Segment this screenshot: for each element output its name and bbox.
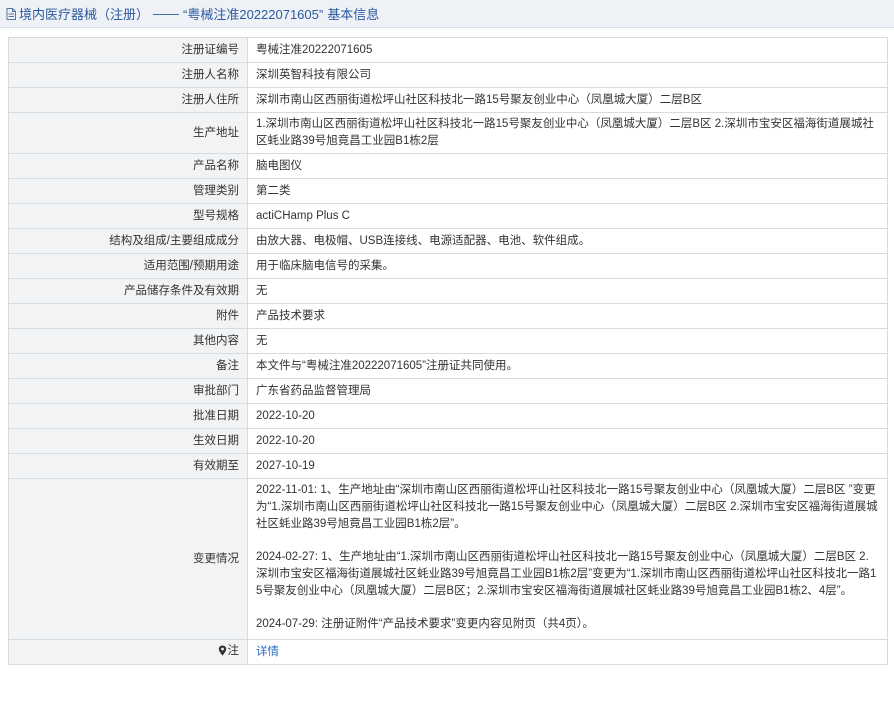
row-label: 有效期至: [8, 453, 248, 479]
page-header: 境内医疗器械（注册） —— “粤械注准20222071605” 基本信息: [0, 0, 894, 28]
row-label: 其他内容: [8, 328, 248, 354]
row-label: 生产地址: [8, 112, 248, 154]
row-value: 脑电图仪: [247, 153, 888, 179]
header-section: 境内医疗器械（注册）: [19, 7, 150, 22]
row-value: 详情: [247, 639, 888, 665]
details-link[interactable]: 详情: [256, 646, 279, 658]
table-row: 备注 本文件与“粤械注准20222071605”注册证共同使用。: [8, 353, 888, 379]
table-row: 型号规格 actiCHamp Plus C: [8, 203, 888, 229]
table-row: 产品储存条件及有效期 无: [8, 278, 888, 304]
row-label: 型号规格: [8, 203, 248, 229]
row-label: 生效日期: [8, 428, 248, 454]
row-value: 2022-10-20: [247, 403, 888, 429]
table-row: 有效期至 2027-10-19: [8, 453, 888, 479]
note-label-cell: 注: [8, 639, 248, 665]
header-suffix: 基本信息: [327, 7, 380, 22]
change-history: 2022-11-01: 1、生产地址由“深圳市南山区西丽街道松坪山社区科技北一路…: [247, 478, 888, 640]
table-row: 附件 产品技术要求: [8, 303, 888, 329]
table-row: 结构及组成/主要组成成分 由放大器、电极帽、USB连接线、电源适配器、电池、软件…: [8, 228, 888, 254]
row-value: 无: [247, 278, 888, 304]
header-separator: ——: [153, 6, 180, 21]
row-value: 2022-10-20: [247, 428, 888, 454]
row-label: 产品储存条件及有效期: [8, 278, 248, 304]
change-item: 2024-07-29: 注册证附件“产品技术要求”变更内容见附页（共4页）。: [256, 618, 595, 630]
row-label: 备注: [8, 353, 248, 379]
detail-table: 注册证编号 粤械注准20222071605 注册人名称 深圳英智科技有限公司 注…: [8, 37, 888, 665]
row-label: 批准日期: [8, 403, 248, 429]
row-value: 无: [247, 328, 888, 354]
table-row: 注册人住所 深圳市南山区西丽街道松坪山社区科技北一路15号聚友创业中心（凤凰城大…: [8, 87, 888, 113]
header-record: “粤械注准20222071605”: [183, 7, 324, 22]
row-value: 深圳英智科技有限公司: [247, 62, 888, 88]
row-label: 注册证编号: [8, 37, 248, 63]
table-row: 生产地址 1.深圳市南山区西丽街道松坪山社区科技北一路15号聚友创业中心（凤凰城…: [8, 112, 888, 154]
row-label: 注册人住所: [8, 87, 248, 113]
row-label: 管理类别: [8, 178, 248, 204]
row-value: 深圳市南山区西丽街道松坪山社区科技北一路15号聚友创业中心（凤凰城大厦）二层B区: [247, 87, 888, 113]
row-label: 产品名称: [8, 153, 248, 179]
table-row: 产品名称 脑电图仪: [8, 153, 888, 179]
table-row: 管理类别 第二类: [8, 178, 888, 204]
row-label: 适用范围/预期用途: [8, 253, 248, 279]
table-row: 变更情况 2022-11-01: 1、生产地址由“深圳市南山区西丽街道松坪山社区…: [8, 478, 888, 640]
table-row: 适用范围/预期用途 用于临床脑电信号的采集。: [8, 253, 888, 279]
row-value: actiCHamp Plus C: [247, 203, 888, 229]
row-label: 注: [227, 644, 240, 657]
row-label: 注册人名称: [8, 62, 248, 88]
table-row: 批准日期 2022-10-20: [8, 403, 888, 429]
row-value: 本文件与“粤械注准20222071605”注册证共同使用。: [247, 353, 888, 379]
row-value: 产品技术要求: [247, 303, 888, 329]
table-row: 生效日期 2022-10-20: [8, 428, 888, 454]
pin-icon: [218, 645, 227, 662]
table-row: 注册证编号 粤械注准20222071605: [8, 37, 888, 63]
table-row: 注 详情: [8, 639, 888, 665]
row-value: 1.深圳市南山区西丽街道松坪山社区科技北一路15号聚友创业中心（凤凰城大厦）二层…: [247, 112, 888, 154]
row-label: 审批部门: [8, 378, 248, 404]
table-row: 审批部门 广东省药品监督管理局: [8, 378, 888, 404]
row-label: 变更情况: [8, 478, 248, 640]
table-row: 其他内容 无: [8, 328, 888, 354]
row-value: 广东省药品监督管理局: [247, 378, 888, 404]
change-item: 2022-11-01: 1、生产地址由“深圳市南山区西丽街道松坪山社区科技北一路…: [256, 484, 878, 530]
row-value: 第二类: [247, 178, 888, 204]
change-item: 2024-02-27: 1、生产地址由“1.深圳市南山区西丽街道松坪山社区科技北…: [256, 551, 877, 597]
row-value: 2027-10-19: [247, 453, 888, 479]
table-row: 注册人名称 深圳英智科技有限公司: [8, 62, 888, 88]
row-value: 用于临床脑电信号的采集。: [247, 253, 888, 279]
document-icon: [6, 7, 16, 20]
row-label: 结构及组成/主要组成成分: [8, 228, 248, 254]
row-value: 由放大器、电极帽、USB连接线、电源适配器、电池、软件组成。: [247, 228, 888, 254]
row-label: 附件: [8, 303, 248, 329]
row-value: 粤械注准20222071605: [247, 37, 888, 63]
